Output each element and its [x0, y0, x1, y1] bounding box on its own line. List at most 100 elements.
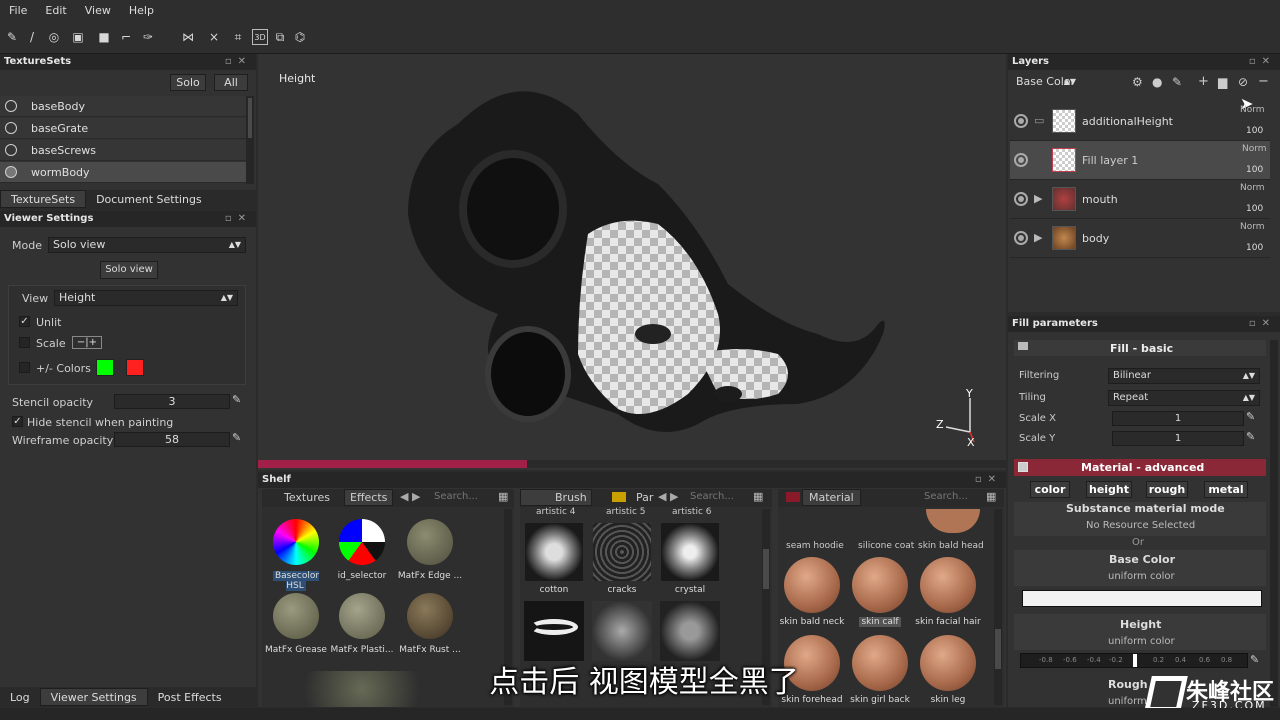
delete-layer-icon[interactable]: − [1258, 74, 1269, 89]
eraser-icon[interactable]: ◎ [46, 29, 62, 45]
radio-icon[interactable] [5, 100, 17, 112]
scale-checkbox[interactable] [19, 337, 30, 348]
base-color-swatch[interactable] [1022, 590, 1262, 607]
nav-arrows-icon[interactable]: ◀ ▶ [658, 490, 678, 503]
add-effect-icon[interactable]: ⚙ [1132, 75, 1143, 89]
wireframe-opacity-slider[interactable]: 58 [114, 432, 230, 447]
brush-thumb[interactable] [592, 601, 652, 661]
layer-blend-mode[interactable]: Norm [1240, 105, 1265, 115]
tab-log[interactable]: Log [0, 689, 40, 707]
panel-controls[interactable]: ▫✕ [1249, 316, 1276, 332]
layer-row-selected[interactable]: Fill layer 1 Norm 100 [1010, 141, 1270, 180]
shelf-item[interactable]: Basecolor HSL [262, 519, 330, 591]
shelf-search-input[interactable]: Search... [690, 491, 734, 502]
menu-help[interactable]: Help [120, 0, 163, 22]
grid-view-icon[interactable]: ▦ [498, 490, 508, 503]
menu-edit[interactable]: Edit [36, 0, 75, 22]
plus-color-swatch[interactable] [96, 359, 114, 376]
tab-textures[interactable]: Textures [284, 491, 330, 504]
scrollbar[interactable] [246, 96, 254, 184]
shelf-search-input[interactable]: Search... [434, 491, 478, 502]
visibility-eye-icon[interactable] [1014, 153, 1028, 167]
mode-select[interactable]: Solo view ▲▼ [48, 237, 246, 253]
edit-pencil-icon[interactable]: ✎ [232, 393, 241, 406]
layer-name[interactable]: additionalHeight [1082, 115, 1173, 128]
shelf-item[interactable]: skin bald neck [778, 557, 846, 627]
channel-select[interactable]: Base Color ▲▼ [1012, 75, 1080, 91]
shelf-item[interactable]: MatFx Edge ... [396, 519, 464, 581]
shelf-item[interactable]: MatFx Rust ... [396, 593, 464, 655]
brush-thumb[interactable] [524, 601, 584, 661]
nav-arrows-icon[interactable]: ◀ ▶ [400, 490, 420, 503]
polygon-fill-icon[interactable]: ■ [96, 29, 112, 45]
add-layer-icon[interactable]: + [1198, 74, 1209, 89]
folder-icon[interactable]: ▶ [1034, 192, 1042, 205]
shelf-item[interactable]: cracks [588, 523, 656, 595]
edit-pencil-icon[interactable]: ✎ [1246, 430, 1255, 443]
panel-controls[interactable]: ▫✕ [975, 472, 1002, 488]
solo-button[interactable]: Solo [170, 74, 206, 91]
edit-pencil-icon[interactable]: ✎ [1246, 410, 1255, 423]
channel-rough-button[interactable]: rough [1146, 481, 1188, 498]
grid-view-icon[interactable]: ▦ [986, 490, 996, 503]
smudge-icon[interactable]: ⌐ [118, 29, 134, 45]
collapse-icon[interactable] [1018, 342, 1028, 350]
height-slider[interactable]: -0.8 -0.6 -0.4 -0.2 0.2 0.4 0.6 0.8 [1020, 653, 1248, 668]
shelf-item[interactable]: crystal [656, 523, 724, 595]
screenshot-icon[interactable]: ⌬ [292, 29, 308, 45]
layer-name[interactable]: Fill layer 1 [1082, 154, 1138, 167]
edit-pencil-icon[interactable]: ✎ [232, 431, 241, 444]
projection-icon[interactable]: ▣ [70, 29, 86, 45]
shelf-item[interactable]: MatFx Grease [262, 593, 330, 655]
3d-viewport[interactable]: Height Y Z X [258, 54, 1006, 470]
layer-blend-mode[interactable]: Norm [1240, 222, 1265, 232]
clone-icon[interactable]: ✑ [140, 29, 156, 45]
add-fill-layer-icon[interactable]: ⊘ [1238, 75, 1248, 89]
scrollbar[interactable] [1270, 340, 1278, 707]
channel-color-button[interactable]: color [1030, 481, 1070, 498]
layer-opacity[interactable]: 100 [1246, 204, 1263, 214]
layer-blend-mode[interactable]: Norm [1240, 183, 1265, 193]
tab-post-effects[interactable]: Post Effects [148, 689, 232, 707]
textureset-item[interactable]: baseScrews [0, 140, 246, 161]
shelf-item-selected[interactable]: skin calf [846, 557, 914, 627]
tab-brush[interactable]: Brush [520, 489, 592, 506]
visibility-eye-icon[interactable] [1014, 114, 1028, 128]
view-select[interactable]: Height ▲▼ [54, 290, 238, 306]
radio-icon[interactable] [5, 122, 17, 134]
3d-view-icon[interactable]: 3D [252, 29, 268, 45]
shelf-item[interactable]: MatFx Plasti... [328, 593, 396, 655]
tab-texturesets[interactable]: TextureSets [0, 190, 87, 208]
visibility-eye-icon[interactable] [1014, 192, 1028, 206]
add-paint-icon[interactable]: ✎ [1172, 75, 1182, 89]
tiling-select[interactable]: Repeat ▲▼ [1108, 390, 1260, 406]
scale-x-slider[interactable]: 1 [1112, 411, 1244, 426]
split-view-icon[interactable]: ⧉ [272, 29, 288, 45]
folder-icon[interactable]: ▶ [1034, 231, 1042, 244]
layer-blend-mode[interactable]: Norm [1242, 144, 1267, 154]
solo-view-button[interactable]: Solo view [100, 261, 158, 279]
scrollbar[interactable] [994, 509, 1002, 705]
layer-opacity[interactable]: 100 [1246, 165, 1263, 175]
channel-metal-button[interactable]: metal [1204, 481, 1248, 498]
radio-icon[interactable] [5, 166, 17, 178]
edit-pencil-icon[interactable]: ✎ [1250, 653, 1259, 666]
textureset-item-selected[interactable]: wormBody [0, 162, 246, 183]
grid-view-icon[interactable]: ▦ [753, 490, 763, 503]
shelf-item[interactable]: skin leg [914, 635, 982, 705]
shelf-item[interactable]: skin girl back [846, 635, 914, 705]
radio-icon[interactable] [5, 144, 17, 156]
folder-open-icon[interactable]: ▭ [1034, 114, 1044, 127]
shelf-item[interactable]: cotton [520, 523, 588, 595]
add-folder-icon[interactable]: ▆ [1218, 75, 1227, 89]
unlit-checkbox[interactable]: ✓ [19, 316, 30, 327]
textureset-item[interactable]: baseBody [0, 96, 246, 117]
tab-document-settings[interactable]: Document Settings [86, 191, 212, 209]
scale-stepper[interactable]: −|+ [72, 336, 102, 349]
textureset-item[interactable]: baseGrate [0, 118, 246, 139]
stencil-opacity-slider[interactable]: 3 [114, 394, 230, 409]
slider-handle[interactable] [1133, 654, 1137, 667]
shelf-search-input[interactable]: Search... [924, 491, 968, 502]
add-mask-icon[interactable]: ● [1152, 75, 1162, 89]
filtering-select[interactable]: Bilinear ▲▼ [1108, 368, 1260, 384]
